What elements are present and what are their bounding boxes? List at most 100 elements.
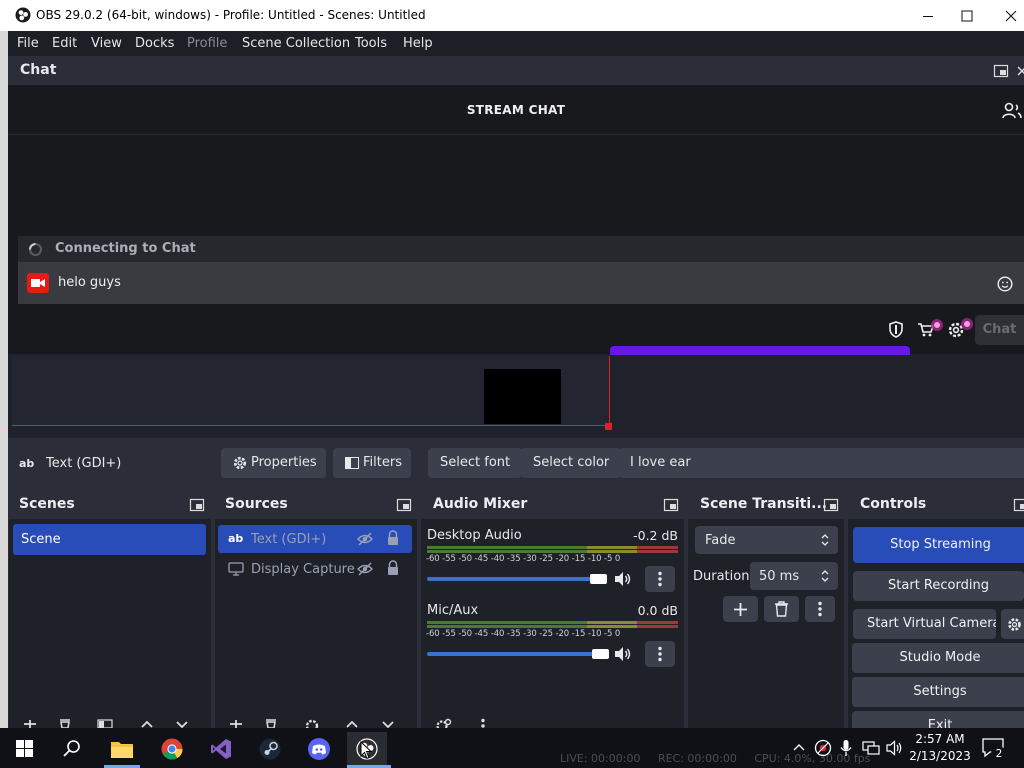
- windows-start-icon[interactable]: [16, 740, 33, 757]
- cart-icon[interactable]: [916, 319, 944, 339]
- properties-button[interactable]: Properties: [221, 448, 326, 478]
- volume-slider-handle[interactable]: [592, 649, 609, 659]
- menu-scene-collection[interactable]: Scene Collection: [242, 36, 350, 51]
- settings-gear-icon[interactable]: [946, 316, 978, 340]
- camera-icon: [27, 273, 49, 293]
- speaker-icon[interactable]: [614, 571, 632, 587]
- resize-handle[interactable]: [605, 423, 612, 430]
- add-source-icon[interactable]: [228, 718, 244, 728]
- move-up-icon[interactable]: [344, 718, 360, 728]
- source-item-text[interactable]: ab Text (GDI+): [218, 525, 412, 553]
- undock-icon[interactable]: [396, 497, 412, 513]
- volume-icon[interactable]: [886, 740, 904, 756]
- add-scene-icon[interactable]: [22, 718, 38, 728]
- move-down-icon[interactable]: [174, 718, 190, 728]
- filters-label: Filters: [363, 455, 402, 470]
- emote-icon[interactable]: [997, 276, 1013, 292]
- menu-tools[interactable]: Tools: [355, 36, 387, 51]
- obs-tray-icon[interactable]: [814, 739, 832, 757]
- steam-app[interactable]: [250, 732, 290, 766]
- menu-file[interactable]: File: [17, 36, 39, 51]
- advanced-audio-icon[interactable]: [434, 718, 452, 728]
- scene-item[interactable]: Scene: [13, 524, 206, 555]
- remove-scene-icon[interactable]: [57, 718, 73, 728]
- volume-slider-handle[interactable]: [590, 574, 607, 584]
- microphone-icon[interactable]: [840, 739, 852, 757]
- duration-input[interactable]: 50 ms: [750, 562, 838, 590]
- text-source-icon: ab: [19, 457, 35, 470]
- close-dock-icon[interactable]: [1016, 65, 1024, 77]
- stop-streaming-button[interactable]: Stop Streaming: [853, 527, 1024, 563]
- text-input[interactable]: I love ear: [619, 448, 1024, 478]
- source-label: Text (GDI+): [251, 532, 327, 547]
- menu-help[interactable]: Help: [403, 36, 433, 51]
- menu-edit[interactable]: Edit: [52, 36, 77, 51]
- undock-icon[interactable]: [993, 63, 1009, 79]
- start-virtual-camera-button[interactable]: Start Virtual Camera: [853, 609, 996, 639]
- transition-properties-button[interactable]: [805, 596, 835, 622]
- users-icon[interactable]: [1002, 102, 1022, 120]
- close-icon[interactable]: [1001, 6, 1021, 26]
- add-transition-button[interactable]: [723, 596, 758, 622]
- scene-transitions-title: Scene Transiti...: [700, 496, 828, 512]
- start-recording-button[interactable]: Start Recording: [853, 571, 1024, 601]
- taskbar-clock[interactable]: 2:57 AM 2/13/2023: [905, 731, 975, 765]
- chat-send-button[interactable]: Chat: [975, 315, 1024, 345]
- source-properties-icon[interactable]: [304, 718, 320, 728]
- scenes-title: Scenes: [19, 496, 75, 512]
- visibility-hidden-icon[interactable]: [357, 531, 373, 547]
- studio-mode-button[interactable]: Studio Mode: [852, 643, 1024, 673]
- desktop-audio-menu-button[interactable]: [645, 566, 675, 592]
- more-vertical-icon[interactable]: [480, 718, 486, 728]
- menu-docks[interactable]: Docks: [135, 36, 174, 51]
- minimize-icon[interactable]: [918, 6, 938, 26]
- scene-filters-icon[interactable]: [97, 718, 113, 728]
- undock-icon[interactable]: [663, 497, 679, 513]
- chrome-app[interactable]: [152, 732, 192, 766]
- chat-dock-title: Chat: [20, 62, 57, 78]
- search-icon[interactable]: [63, 739, 81, 757]
- remove-transition-button[interactable]: [764, 596, 799, 622]
- settings-button[interactable]: Settings: [852, 677, 1024, 707]
- mic-aux-volume-slider[interactable]: [427, 652, 609, 656]
- file-explorer-app[interactable]: [102, 732, 142, 766]
- network-icon[interactable]: [862, 740, 880, 756]
- undock-icon[interactable]: [189, 497, 205, 513]
- lock-icon[interactable]: [386, 530, 400, 546]
- move-up-icon[interactable]: [139, 718, 155, 728]
- select-font-button[interactable]: Select font: [428, 448, 523, 478]
- select-color-button[interactable]: Select color: [521, 448, 622, 478]
- scene-transitions-header: Scene Transiti...: [688, 490, 844, 519]
- steam-icon: [259, 738, 281, 760]
- undock-icon[interactable]: [823, 497, 839, 513]
- desktop-audio-volume-slider[interactable]: [427, 577, 607, 581]
- desktop-audio-db: -0.2 dB: [633, 528, 678, 543]
- filters-button[interactable]: Filters: [333, 448, 411, 478]
- stepper-icon[interactable]: [820, 568, 830, 584]
- chat-input[interactable]: helo guys: [18, 262, 1024, 304]
- remove-source-icon[interactable]: [263, 718, 279, 728]
- desktop-edge: [0, 31, 8, 728]
- tray-chevron-up-icon[interactable]: [792, 742, 806, 754]
- source-item-display-capture[interactable]: Display Capture: [218, 555, 412, 583]
- menu-profile[interactable]: Profile: [187, 36, 227, 51]
- gear-icon: [233, 456, 247, 470]
- undock-icon[interactable]: [1013, 497, 1024, 513]
- virtual-camera-settings-button[interactable]: [1001, 609, 1024, 639]
- sources-title: Sources: [225, 496, 288, 512]
- speaker-icon[interactable]: [614, 646, 632, 662]
- menu-view[interactable]: View: [91, 36, 122, 51]
- desktop-audio-label: Desktop Audio: [427, 528, 522, 543]
- maximize-icon[interactable]: [957, 6, 977, 26]
- discord-app[interactable]: [299, 732, 339, 766]
- lock-icon[interactable]: [386, 560, 400, 576]
- exit-button[interactable]: Exit: [852, 711, 1024, 728]
- visibility-hidden-icon[interactable]: [357, 561, 373, 577]
- transition-select[interactable]: Fade: [695, 526, 838, 554]
- connecting-text: Connecting to Chat: [55, 241, 196, 256]
- mic-aux-menu-button[interactable]: [645, 641, 675, 667]
- chat-input-text: helo guys: [58, 275, 121, 290]
- move-down-icon[interactable]: [380, 718, 396, 728]
- visual-studio-app[interactable]: [201, 732, 241, 766]
- shield-icon[interactable]: [888, 321, 904, 338]
